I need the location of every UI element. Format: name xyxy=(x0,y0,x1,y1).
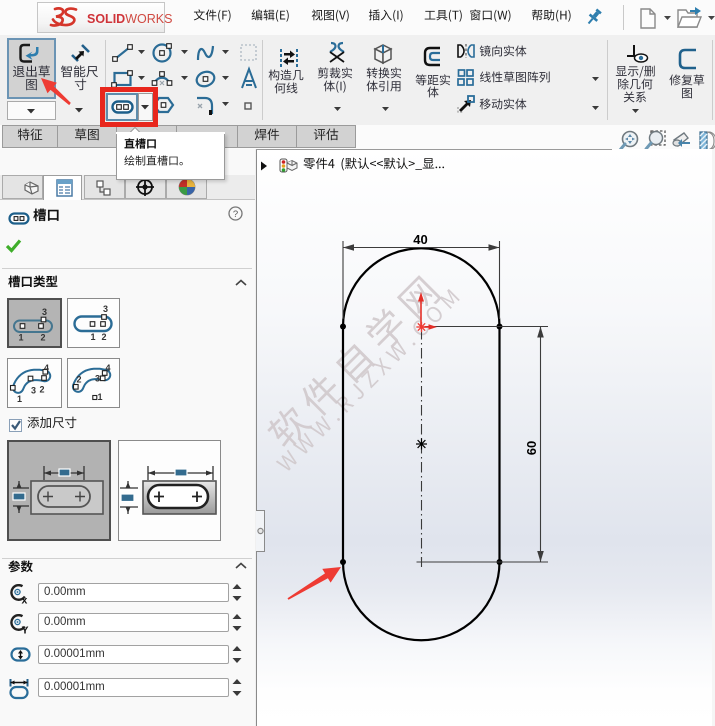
svg-text:60: 60 xyxy=(524,441,539,455)
svg-text:40: 40 xyxy=(413,232,427,247)
